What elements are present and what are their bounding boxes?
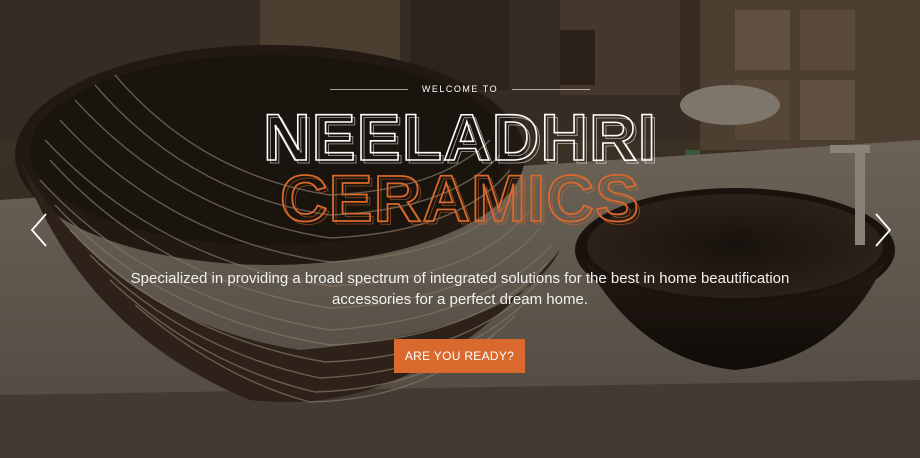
hero-slider: WELCOME TO NEELADHRI NEELADHRI CERAMICS … (0, 0, 920, 458)
hero-content: WELCOME TO NEELADHRI NEELADHRI CERAMICS … (0, 0, 920, 458)
hero-title: NEELADHRI NEELADHRI CERAMICS CERAMICS (262, 100, 659, 230)
welcome-row: WELCOME TO (0, 84, 920, 94)
chevron-right-icon[interactable] (870, 210, 894, 250)
are-you-ready-button[interactable]: ARE YOU READY? (394, 339, 525, 373)
welcome-divider-left (329, 88, 408, 90)
welcome-text: WELCOME TO (421, 84, 499, 94)
welcome-divider-right (512, 88, 591, 90)
title-line-2-echo: CERAMICS (283, 164, 643, 230)
hero-subtitle: Specialized in providing a broad spectru… (130, 270, 790, 308)
chevron-left-icon[interactable] (28, 210, 52, 250)
